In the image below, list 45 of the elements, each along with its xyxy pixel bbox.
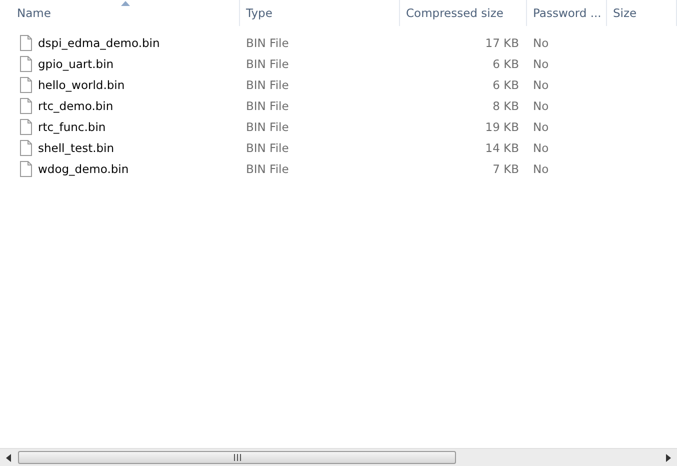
password-status: No bbox=[533, 140, 549, 154]
file-name[interactable]: wdog_demo.bin bbox=[38, 162, 129, 176]
scrollbar-thumb[interactable] bbox=[18, 451, 456, 464]
grip-icon bbox=[234, 454, 240, 461]
scroll-left-icon[interactable] bbox=[6, 454, 12, 462]
password-status: No bbox=[533, 162, 549, 176]
password-status: No bbox=[533, 56, 549, 70]
password-status: No bbox=[533, 36, 549, 50]
compressed-size: 19 KB bbox=[485, 120, 519, 134]
column-header[interactable]: Type bbox=[246, 6, 272, 20]
password-status: No bbox=[533, 120, 549, 134]
file-icon bbox=[20, 118, 32, 134]
column-header[interactable]: Size bbox=[613, 6, 637, 20]
file-name[interactable]: shell_test.bin bbox=[38, 140, 114, 154]
horizontal-scrollbar[interactable] bbox=[0, 448, 677, 466]
compressed-size: 6 KB bbox=[492, 78, 519, 92]
compressed-size: 8 KB bbox=[492, 98, 519, 112]
compressed-size: 7 KB bbox=[492, 162, 519, 176]
file-icon bbox=[20, 98, 32, 114]
compressed-size: 17 KB bbox=[485, 36, 519, 50]
file-name[interactable]: gpio_uart.bin bbox=[38, 56, 114, 70]
file-type: BIN File bbox=[246, 78, 289, 92]
file-name[interactable]: dspi_edma_demo.bin bbox=[38, 36, 160, 50]
file-name[interactable]: hello_world.bin bbox=[38, 78, 125, 92]
column-header[interactable]: Compressed size bbox=[406, 6, 504, 20]
column-header[interactable]: Password ... bbox=[533, 6, 602, 20]
file-type: BIN File bbox=[246, 140, 289, 154]
scroll-right-icon[interactable] bbox=[665, 454, 671, 462]
file-icon bbox=[20, 76, 32, 92]
password-status: No bbox=[533, 78, 549, 92]
file-name[interactable]: rtc_func.bin bbox=[38, 120, 106, 134]
file-type: BIN File bbox=[246, 120, 289, 134]
file-icon bbox=[20, 34, 32, 50]
file-icon bbox=[20, 140, 32, 156]
file-type: BIN File bbox=[246, 56, 289, 70]
column-header[interactable]: Name bbox=[17, 6, 51, 20]
file-icon bbox=[20, 56, 32, 72]
file-type: BIN File bbox=[246, 98, 289, 112]
file-type: BIN File bbox=[246, 162, 289, 176]
file-type: BIN File bbox=[246, 36, 289, 50]
compressed-size: 14 KB bbox=[485, 140, 519, 154]
password-status: No bbox=[533, 98, 549, 112]
compressed-size: 6 KB bbox=[492, 56, 519, 70]
file-name[interactable]: rtc_demo.bin bbox=[38, 98, 114, 112]
file-icon bbox=[20, 160, 32, 176]
